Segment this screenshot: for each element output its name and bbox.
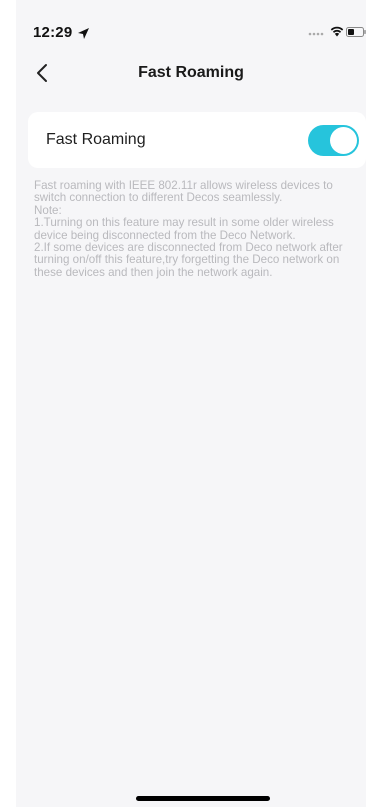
status-time: 12:29 (33, 24, 73, 41)
fast-roaming-description: Fast roaming with IEEE 802.11r allows wi… (34, 179, 360, 279)
signal-icon (308, 32, 324, 36)
fast-roaming-label: Fast Roaming (46, 131, 146, 148)
fast-roaming-setting-card: Fast Roaming (28, 112, 366, 168)
home-indicator (136, 796, 270, 801)
app-screen: 12:29 Fast Roaming Fast Roaming Fast roa… (16, 0, 366, 807)
navigation-bar: Fast Roaming (16, 52, 366, 96)
description-note-1: 1.Turning on this feature may result in … (34, 216, 334, 242)
description-intro: Fast roaming with IEEE 802.11r allows wi… (34, 179, 333, 205)
page-title: Fast Roaming (138, 64, 244, 81)
status-bar: 12:29 (16, 0, 366, 52)
description-note-2: 2.If some devices are disconnected from … (34, 241, 343, 279)
location-arrow-icon (78, 28, 89, 39)
fast-roaming-toggle[interactable] (308, 125, 359, 156)
toggle-knob (330, 127, 357, 154)
wifi-icon (330, 26, 344, 37)
battery-icon (346, 27, 366, 37)
